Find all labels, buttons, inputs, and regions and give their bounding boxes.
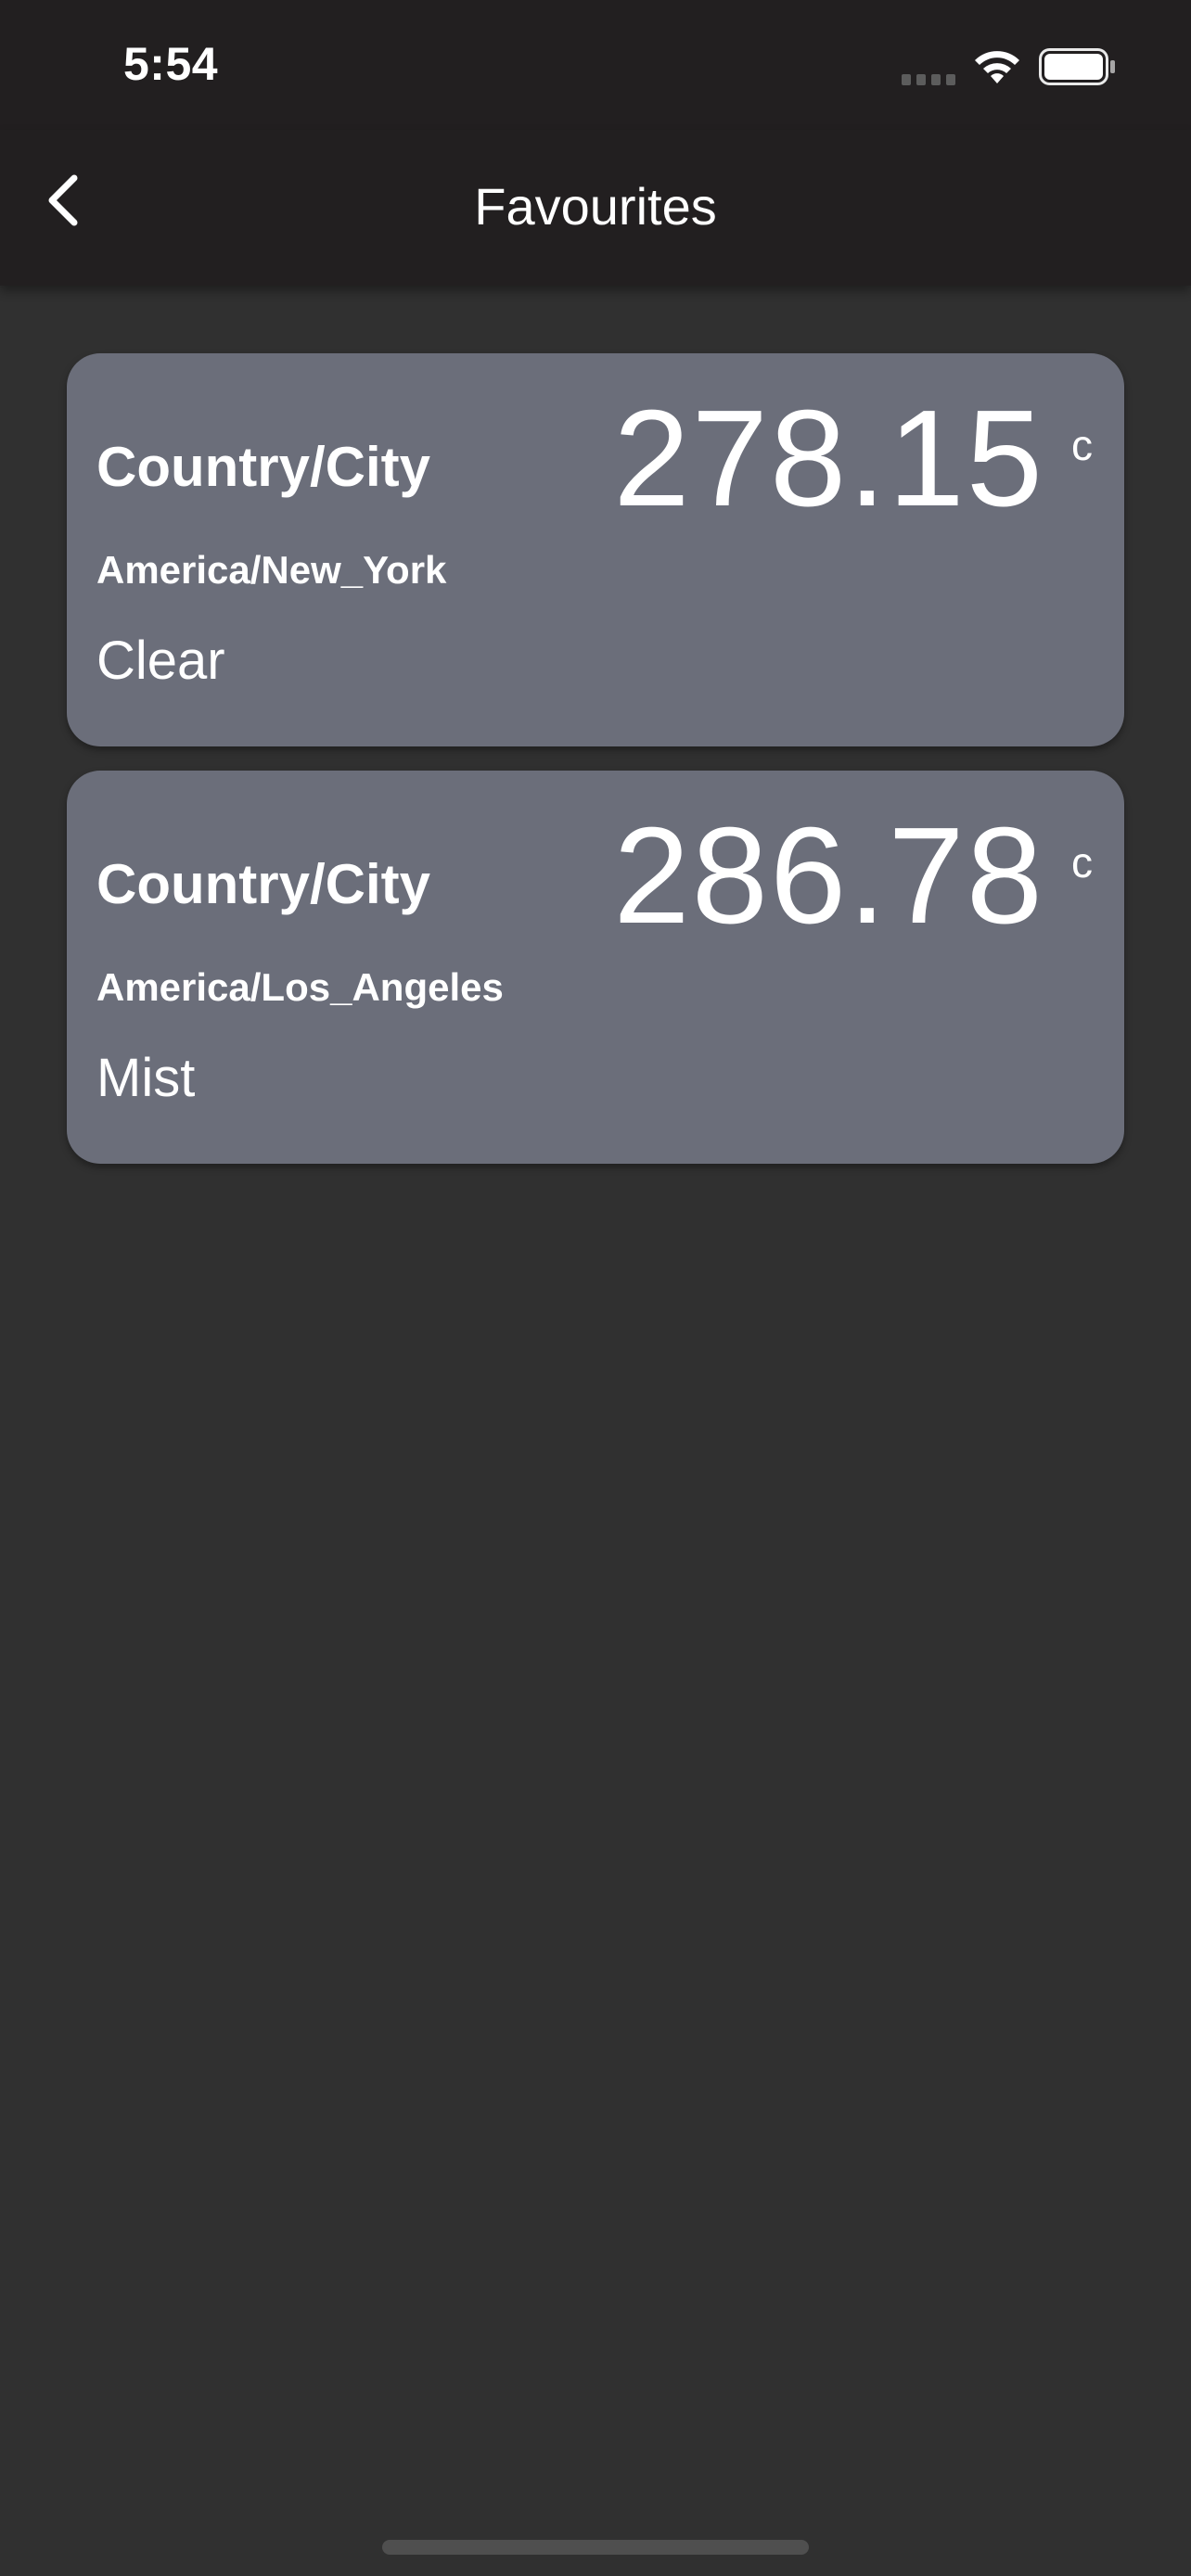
card-heading: Country/City — [96, 853, 430, 915]
status-time: 5:54 — [123, 38, 219, 90]
page-title: Favourites — [474, 177, 717, 236]
card-unit: c — [1071, 838, 1093, 886]
battery-icon — [1039, 48, 1115, 85]
card-weather: Clear — [96, 631, 225, 691]
card-temperature: 286.78 — [613, 799, 1044, 952]
card-heading: Country/City — [96, 436, 430, 498]
cellular-signal-icon — [902, 74, 955, 85]
card-timezone: America/Los_Angeles — [96, 965, 504, 1009]
favourites-list: Country/City America/New_York Clear 278.… — [67, 353, 1124, 1188]
wifi-icon — [975, 51, 1019, 83]
favourite-card[interactable]: Country/City America/Los_Angeles Mist 28… — [67, 771, 1124, 1164]
favourite-card[interactable]: Country/City America/New_York Clear 278.… — [67, 353, 1124, 746]
status-bar: 5:54 — [0, 0, 1191, 130]
card-unit: c — [1071, 421, 1093, 469]
home-indicator[interactable] — [382, 2540, 809, 2555]
card-temperature: 278.15 — [613, 382, 1044, 535]
card-timezone: America/New_York — [96, 548, 447, 592]
card-weather: Mist — [96, 1048, 196, 1108]
app-bar: Favourites — [0, 130, 1191, 286]
